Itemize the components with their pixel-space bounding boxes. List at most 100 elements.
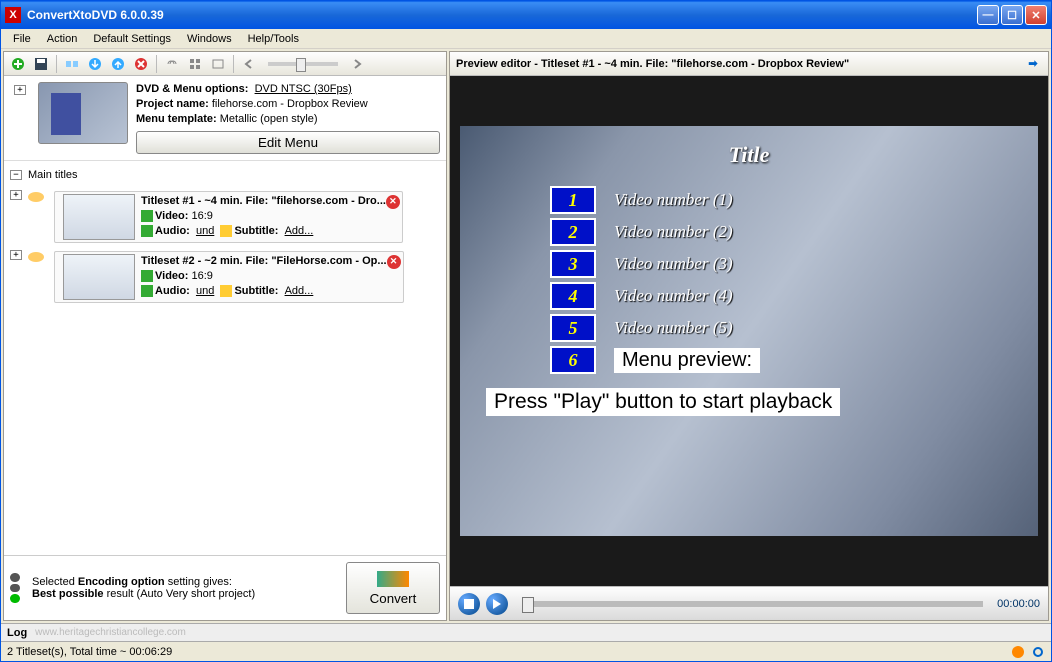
status-bar: 2 Titleset(s), Total time ~ 00:06:29 <box>1 641 1051 661</box>
convert-icon <box>377 571 409 587</box>
menu-windows[interactable]: Windows <box>179 31 240 47</box>
preview-area: Title 1 Video number (1) 2 Video number (2)… <box>450 76 1048 586</box>
titleset-icon <box>26 247 46 263</box>
left-toolbar <box>4 52 446 76</box>
audio-icon <box>141 225 153 237</box>
template-value: Metallic (open style) <box>220 113 318 125</box>
menu-item-label[interactable]: Menu preview: <box>614 348 760 373</box>
subtitle-add[interactable]: Add... <box>285 225 314 237</box>
log-label: Log <box>7 627 27 639</box>
separator-icon <box>56 55 57 73</box>
audio-label: Audio: <box>155 285 190 297</box>
menu-item-label[interactable]: Video number (2) <box>614 222 733 242</box>
remove-titleset-icon[interactable]: ✕ <box>386 195 400 209</box>
preview-header: Preview editor - Titleset #1 - ~4 min. F… <box>450 52 1048 76</box>
down-button[interactable] <box>85 54 105 74</box>
options-value[interactable]: DVD NTSC (30Fps) <box>255 83 352 95</box>
menubar: File Action Default Settings Windows Hel… <box>1 29 1051 49</box>
remove-titleset-icon[interactable]: ✕ <box>387 255 401 269</box>
menu-number[interactable]: 1 <box>550 186 596 214</box>
titleset-thumbnail[interactable] <box>63 254 135 300</box>
dvd-info-text: DVD & Menu options: DVD NTSC (30Fps) Pro… <box>136 82 440 154</box>
menu-number[interactable]: 4 <box>550 282 596 310</box>
dvd-info-panel: + DVD & Menu options: DVD NTSC (30Fps) P… <box>4 76 446 161</box>
project-label: Project name: <box>136 98 209 110</box>
player-bar: 00:00:00 <box>450 586 1048 620</box>
menu-item-label[interactable]: Video number (1) <box>614 190 733 210</box>
video-label: Video: <box>155 210 188 222</box>
up-button[interactable] <box>108 54 128 74</box>
menu-help-tools[interactable]: Help/Tools <box>240 31 307 47</box>
refresh-icon[interactable] <box>1031 645 1045 659</box>
titleset-title: Titleset #2 - ~2 min. File: "FileHorse.c… <box>141 254 387 269</box>
dvd-menu-preview[interactable]: Title 1 Video number (1) 2 Video number (2)… <box>460 126 1038 536</box>
window-title: ConvertXtoDVD 6.0.0.39 <box>25 8 975 22</box>
maximize-button[interactable]: ☐ <box>1001 5 1023 25</box>
encoding-text: Selected Encoding option setting gives: … <box>32 576 255 600</box>
menu-item-label[interactable]: Video number (4) <box>614 286 733 306</box>
content-area: + DVD & Menu options: DVD NTSC (30Fps) P… <box>1 49 1051 623</box>
preview-header-text: Preview editor - Titleset #1 - ~4 min. F… <box>456 58 849 70</box>
subtitle-label: Subtitle: <box>234 225 278 237</box>
collapse-icon[interactable]: − <box>10 170 22 180</box>
menu-number[interactable]: 5 <box>550 314 596 342</box>
merge-button[interactable] <box>62 54 82 74</box>
link-button[interactable] <box>162 54 182 74</box>
play-message: Press "Play" button to start playback <box>486 388 840 416</box>
expand-titleset-icon[interactable]: + <box>10 250 22 260</box>
encoding-status-bar: Selected Encoding option setting gives: … <box>4 555 446 620</box>
audio-label: Audio: <box>155 225 190 237</box>
expand-dvd-icon[interactable]: + <box>14 85 26 95</box>
expand-titleset-icon[interactable]: + <box>10 190 22 200</box>
video-icon <box>141 210 153 222</box>
titleset-icon <box>26 187 46 203</box>
convert-button[interactable]: Convert <box>346 562 440 614</box>
menu-default-settings[interactable]: Default Settings <box>85 31 179 47</box>
minimize-button[interactable]: — <box>977 5 999 25</box>
menu-item-label[interactable]: Video number (3) <box>614 254 733 274</box>
menu-number[interactable]: 2 <box>550 218 596 246</box>
zoom-slider[interactable] <box>268 62 338 66</box>
edit-menu-button[interactable]: Edit Menu <box>136 131 440 154</box>
audio-value[interactable]: und <box>196 285 214 297</box>
subtitle-icon <box>220 225 232 237</box>
seek-slider[interactable] <box>522 601 983 607</box>
remove-button[interactable] <box>131 54 151 74</box>
time-display: 00:00:00 <box>997 598 1040 610</box>
forward-button[interactable] <box>347 54 367 74</box>
separator-icon <box>233 55 234 73</box>
burn-icon[interactable] <box>1011 645 1025 659</box>
log-bar[interactable]: Log www.heritagechristiancollege.com <box>1 623 1051 641</box>
save-button[interactable] <box>31 54 51 74</box>
main-titles-node[interactable]: − Main titles <box>6 165 444 185</box>
titleset-row[interactable]: Titleset #2 - ~2 min. File: "FileHorse.c… <box>54 251 404 303</box>
titleset-row[interactable]: Titleset #1 - ~4 min. File: "filehorse.c… <box>54 191 403 243</box>
list-button[interactable] <box>208 54 228 74</box>
app-window: X ConvertXtoDVD 6.0.0.39 — ☐ ✕ File Acti… <box>0 0 1052 662</box>
status-text: 2 Titleset(s), Total time ~ 00:06:29 <box>7 646 172 658</box>
watermark-text: www.heritagechristiancollege.com <box>35 627 186 638</box>
menu-file[interactable]: File <box>5 31 39 47</box>
titleset-thumbnail[interactable] <box>63 194 135 240</box>
play-button[interactable] <box>486 593 508 615</box>
menu-title: Title <box>480 142 1018 168</box>
back-button[interactable] <box>239 54 259 74</box>
add-button[interactable] <box>8 54 28 74</box>
subtitle-add[interactable]: Add... <box>285 285 314 297</box>
menu-number[interactable]: 6 <box>550 346 596 374</box>
project-value: filehorse.com - Dropbox Review <box>212 98 368 110</box>
main-titles-label: Main titles <box>26 167 80 183</box>
dvd-menu-thumbnail[interactable] <box>38 82 128 144</box>
grid-button[interactable] <box>185 54 205 74</box>
audio-value[interactable]: und <box>196 225 214 237</box>
close-button[interactable]: ✕ <box>1025 5 1047 25</box>
menu-action[interactable]: Action <box>39 31 86 47</box>
next-arrow-icon[interactable]: ➡ <box>1024 55 1042 73</box>
stop-button[interactable] <box>458 593 480 615</box>
menu-number[interactable]: 3 <box>550 250 596 278</box>
titlebar[interactable]: X ConvertXtoDVD 6.0.0.39 — ☐ ✕ <box>1 1 1051 29</box>
audio-icon <box>141 285 153 297</box>
menu-item-label[interactable]: Video number (5) <box>614 318 733 338</box>
separator-icon <box>156 55 157 73</box>
traffic-light-icon <box>10 573 24 603</box>
